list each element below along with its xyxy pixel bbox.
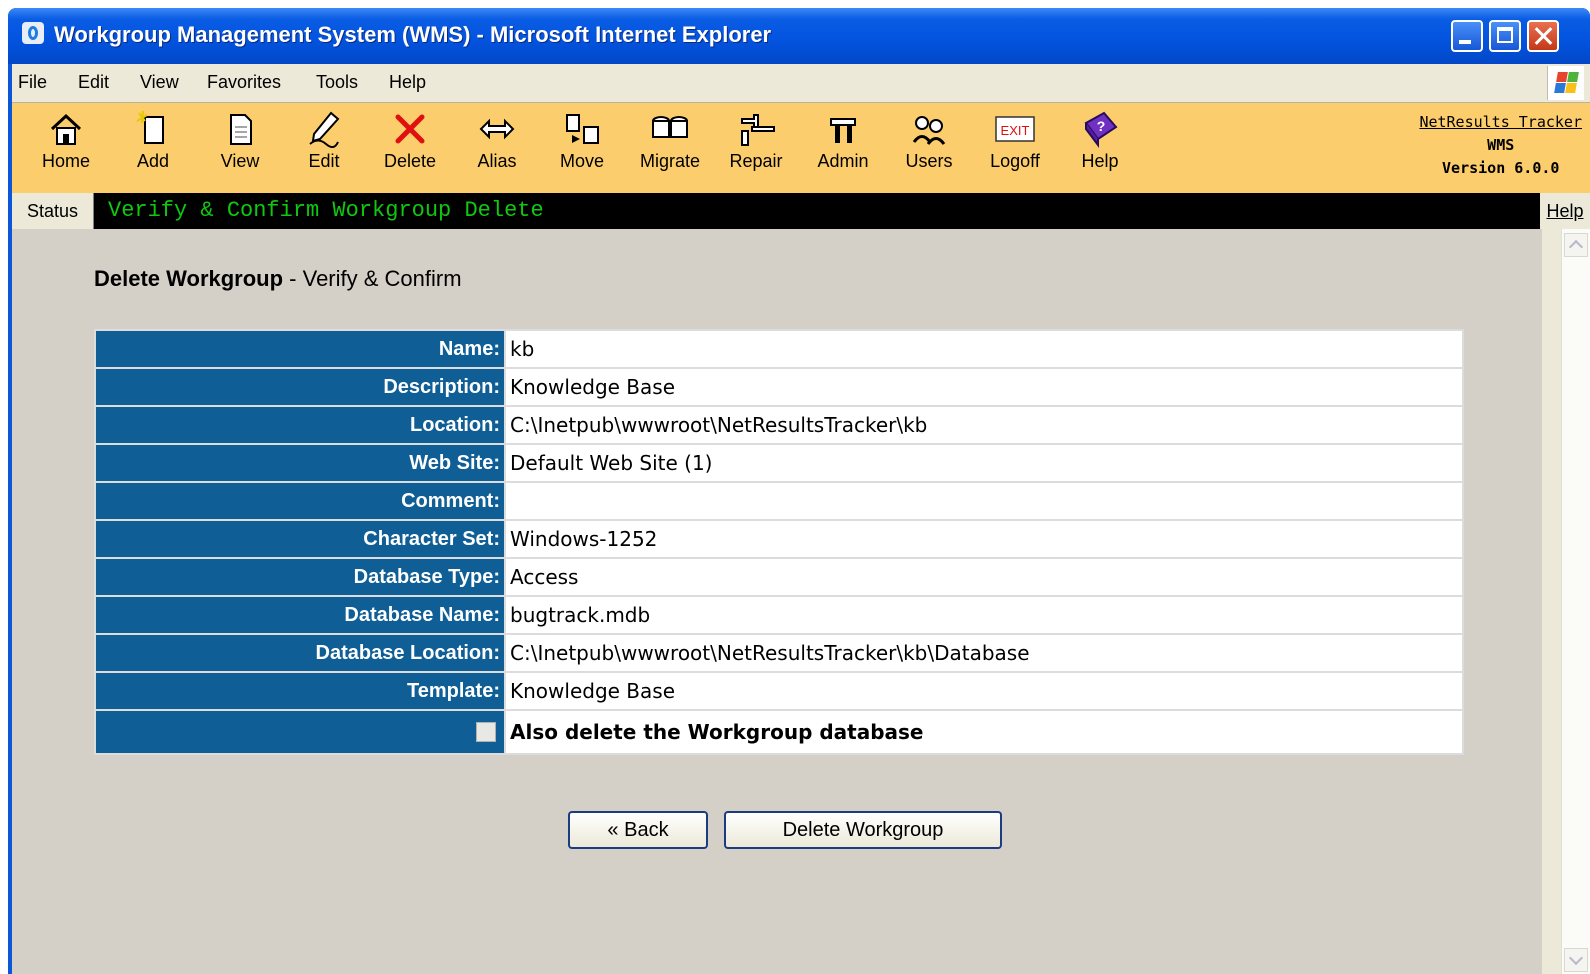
back-button[interactable]: « Back [568, 811, 708, 849]
workgroup-details-table: Name: kb Description: Knowledge Base Locat… [94, 329, 1464, 755]
toolbar-home[interactable]: Home [26, 109, 106, 172]
status-text: Verify & Confirm Workgroup Delete [108, 198, 544, 223]
field-value: C:\Inetpub\wwwroot\NetResultsTracker\kb [504, 405, 1464, 445]
menu-file[interactable]: File [18, 72, 47, 93]
repair-icon [741, 114, 775, 146]
add-icon [136, 110, 164, 144]
edit-icon [309, 111, 340, 148]
field-value: Knowledge Base [504, 367, 1464, 407]
menu-help[interactable]: Help [389, 72, 426, 93]
title-bar: Workgroup Management System (WMS) - Micr… [8, 8, 1590, 64]
ie-logo-icon [22, 22, 44, 44]
toolbar-help[interactable]: ? Help [1060, 109, 1140, 172]
product-abbr: WMS [1487, 136, 1515, 154]
table-row: Name: kb [94, 329, 1464, 369]
field-label: Database Type: [94, 557, 506, 597]
toolbar-migrate[interactable]: Migrate [630, 109, 710, 172]
migrate-icon [652, 116, 688, 138]
scroll-up-arrow-icon[interactable] [1564, 233, 1588, 257]
field-value: Access [504, 557, 1464, 597]
vertical-scrollbar[interactable] [1561, 229, 1590, 974]
help-link[interactable]: Help [1540, 193, 1590, 229]
toolbar-users[interactable]: Users [889, 109, 969, 172]
toolbar-move[interactable]: Move [542, 109, 622, 172]
field-value: kb [504, 329, 1464, 369]
field-label: Comment: [94, 481, 506, 521]
toolbar-repair[interactable]: Repair [716, 109, 796, 172]
field-value: Windows-1252 [504, 519, 1464, 559]
toolbar-edit[interactable]: Edit [284, 109, 364, 172]
home-icon [50, 113, 82, 145]
window-title: Workgroup Management System (WMS) - Micr… [54, 22, 772, 47]
product-info: NetResults Tracker WMS Version 6.0.0 [1419, 111, 1582, 180]
alias-icon [479, 118, 515, 140]
minimize-button[interactable] [1451, 20, 1483, 52]
field-value: Default Web Site (1) [504, 443, 1464, 483]
field-label: Description: [94, 367, 506, 407]
page-title-strong: Delete Workgroup [94, 266, 284, 291]
table-row: Database Type: Access [94, 557, 1464, 597]
field-label: Web Site: [94, 443, 506, 483]
checkbox-cell [94, 709, 506, 755]
table-row: Description: Knowledge Base [94, 367, 1464, 407]
admin-icon [830, 118, 856, 143]
toolbar-add[interactable]: Add [113, 109, 193, 172]
maximize-button[interactable] [1489, 20, 1521, 52]
field-value [504, 481, 1464, 521]
table-row: Comment: [94, 481, 1464, 521]
table-row: Database Name: bugtrack.mdb [94, 595, 1464, 635]
menu-tools[interactable]: Tools [316, 72, 358, 93]
toolbar-delete[interactable]: Delete [370, 109, 450, 172]
page-title-rest: - Verify & Confirm [283, 266, 462, 291]
table-row: Web Site: Default Web Site (1) [94, 443, 1464, 483]
delete-workgroup-button[interactable]: Delete Workgroup [724, 811, 1002, 849]
status-label: Status [12, 193, 94, 229]
scroll-down-arrow-icon[interactable] [1564, 948, 1588, 972]
menu-edit[interactable]: Edit [78, 72, 109, 93]
toolbar-admin[interactable]: Admin [803, 109, 883, 172]
table-row: Template: Knowledge Base [94, 671, 1464, 711]
page-title: Delete Workgroup - Verify & Confirm [94, 266, 462, 292]
toolbar: Home Add View Edit Delete Alias Move Mig… [12, 103, 1590, 194]
delete-database-label: Also delete the Workgroup database [504, 709, 1464, 755]
exit-icon: EXIT [995, 116, 1035, 142]
table-row: Database Location: C:\Inetpub\wwwroot\Net… [94, 633, 1464, 673]
field-label: Name: [94, 329, 506, 369]
table-row: Character Set: Windows-1252 [94, 519, 1464, 559]
field-value: Knowledge Base [504, 671, 1464, 711]
browser-window: Workgroup Management System (WMS) - Micr… [8, 8, 1590, 974]
browser-frame: File Edit View Favorites Tools Help Home… [12, 64, 1590, 974]
svg-text:?: ? [1097, 118, 1106, 134]
close-button[interactable] [1527, 20, 1559, 52]
menu-bar: File Edit View Favorites Tools Help [12, 64, 1590, 103]
product-link[interactable]: NetResults Tracker [1419, 111, 1582, 134]
field-label: Database Location: [94, 633, 506, 673]
menu-view[interactable]: View [140, 72, 179, 93]
help-icon: ? [1084, 111, 1118, 148]
svg-text:EXIT: EXIT [1001, 123, 1030, 138]
users-icon [912, 116, 946, 145]
view-icon [230, 114, 252, 145]
page-content: Delete Workgroup - Verify & Confirm Name… [12, 229, 1542, 974]
windows-logo-icon [1547, 66, 1584, 100]
field-value: C:\Inetpub\wwwroot\NetResultsTracker\kb\… [504, 633, 1464, 673]
table-row: Location: C:\Inetpub\wwwroot\NetResultsTr… [94, 405, 1464, 445]
field-label: Location: [94, 405, 506, 445]
product-version: Version 6.0.0 [1442, 159, 1560, 177]
move-icon [566, 114, 599, 144]
field-label: Character Set: [94, 519, 506, 559]
field-value: bugtrack.mdb [504, 595, 1464, 635]
delete-icon [395, 114, 425, 144]
field-label: Database Name: [94, 595, 506, 635]
delete-database-checkbox[interactable] [476, 722, 496, 743]
table-row: Also delete the Workgroup database [94, 709, 1464, 755]
toolbar-alias[interactable]: Alias [457, 109, 537, 172]
toolbar-view[interactable]: View [200, 109, 280, 172]
menu-favorites[interactable]: Favorites [207, 72, 281, 93]
status-bar: Status Verify & Confirm Workgroup Delete… [12, 193, 1590, 229]
toolbar-logoff[interactable]: EXIT Logoff [975, 109, 1055, 172]
field-label: Template: [94, 671, 506, 711]
